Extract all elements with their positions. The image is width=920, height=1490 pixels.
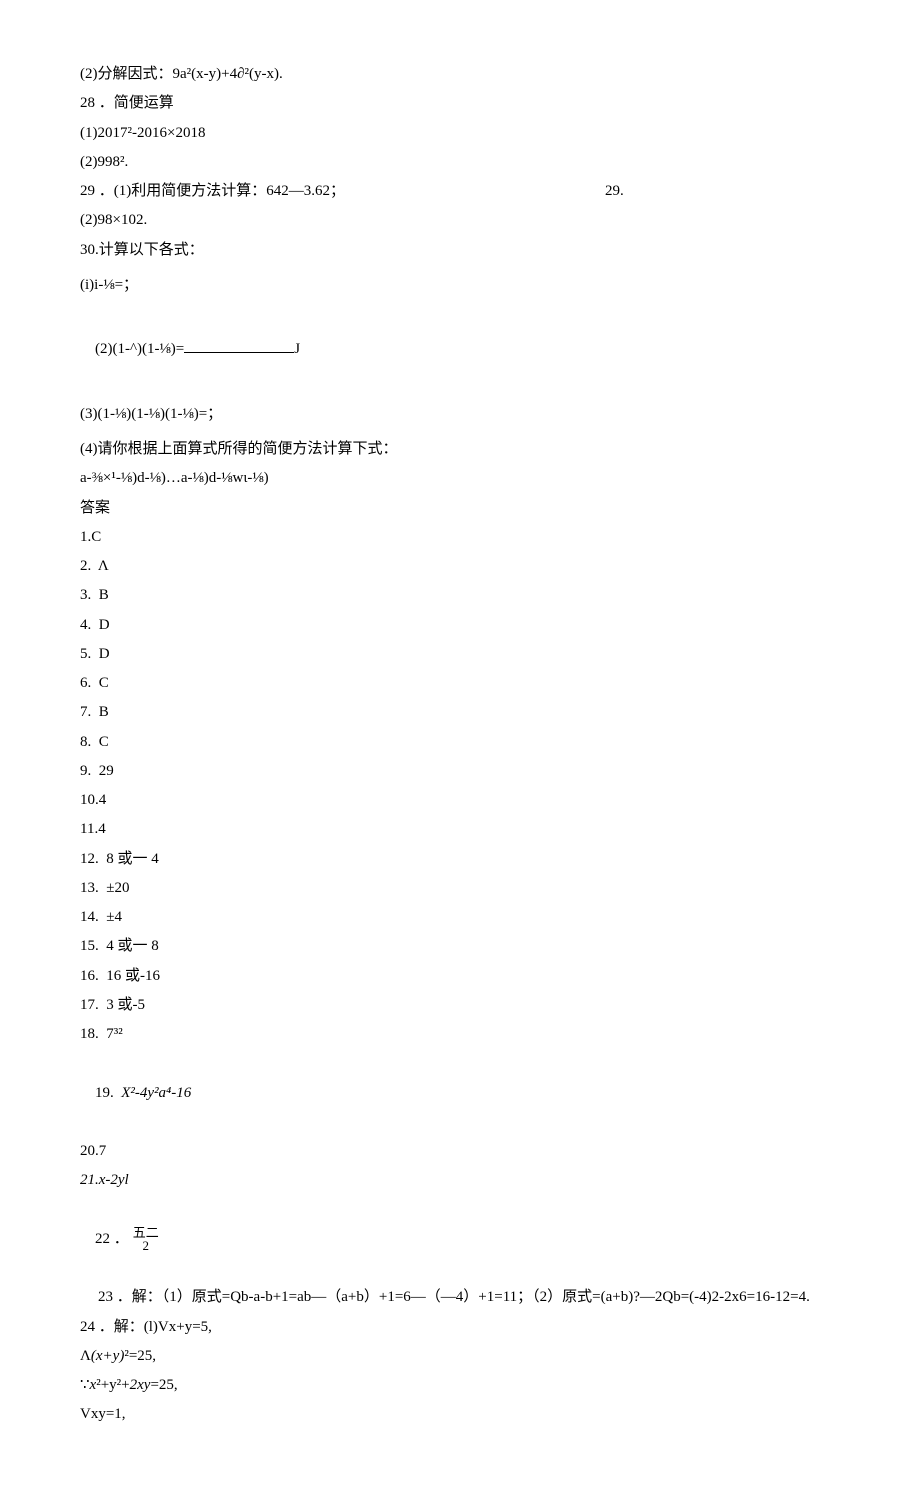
text-line: (4)请你根据上面算式所得的简便方法计算下式： [80,435,840,464]
text-segment: 19. [95,1085,121,1101]
text-line: (2)分解因式：9a²(x-y)+4∂²(y-x). [80,60,840,89]
text-italic: X²-4y²a⁴-16 [121,1085,191,1101]
text-line: (1)2017²-2016×2018 [80,119,840,148]
answer-item: 13. ±20 [80,874,840,903]
answer-item: 19. X²-4y²a⁴-16 [80,1049,840,1137]
answer-item: 17. 3 或-5 [80,991,840,1020]
answer-item: 12. 8 或一 4 [80,845,840,874]
answer-item: 15. 4 或一 8 [80,932,840,961]
text-italic: 2xy [130,1377,151,1393]
text-line-right: 29. [605,177,624,206]
answer-item: 11.4 [80,815,840,844]
text-row: 29 ．(1)利用简便方法计算：642—3.62； 29. [80,177,840,206]
answer-item: 23 ．解：（1）原式=Qb-a-b+1=ab—（a+b）+1=6—（—4）+1… [80,1283,840,1312]
text-italic: (x+y) [91,1348,124,1364]
text-line: 30.计算以下各式： [80,236,840,265]
text-line: (2)998². [80,148,840,177]
answer-item: 10.4 [80,786,840,815]
answer-item: 7. B [80,698,840,727]
answer-item: ∵x²+y²+2xy=25, [80,1371,840,1400]
document-page: (2)分解因式：9a²(x-y)+4∂²(y-x). 28 ．简便运算 (1)2… [0,0,920,1490]
answer-item: 18. 7³² [80,1020,840,1049]
answer-item: 4. D [80,611,840,640]
fraction-den: 2 [143,1237,150,1253]
answer-item: 9. 29 [80,757,840,786]
answer-item: Λ(x+y)²=25, [80,1342,840,1371]
answer-item: 14. ±4 [80,903,840,932]
answer-item: Vxy=1, [80,1400,840,1429]
answer-item: 20.7 [80,1137,840,1166]
text-segment: (2)(1-^)(1-⅛)= [95,341,184,357]
answer-item: 6. C [80,669,840,698]
answers-heading: 答案 [80,494,840,523]
answer-item: 22 ．五二2 [80,1196,840,1284]
text-line: (2)(1-^)(1-⅛)= J [80,306,840,394]
text-line: (i)i-⅛=； [80,271,840,300]
answer-item: 1.C [80,523,840,552]
answer-item: 8. C [80,728,840,757]
text-segment: 22 ． [95,1231,129,1247]
answer-item: 3. B [80,581,840,610]
text-line: 28 ．简便运算 [80,89,840,118]
text-italic: x [90,1377,97,1393]
answer-item: 24 ．解：(l)Vx+y=5, [80,1313,840,1342]
answer-item: 2. Λ [80,552,840,581]
fill-blank [184,337,294,353]
fraction: 五二2 [133,1226,159,1253]
text-line-left: 29 ．(1)利用简便方法计算：642—3.62； [80,177,345,206]
text-line: a-⅜×¹-⅛)d-⅛)…a-⅛)d-⅛wι-⅛) [80,464,840,493]
answer-item: 5. D [80,640,840,669]
text-segment: J [294,341,300,357]
answer-item: 16. 16 或-16 [80,962,840,991]
answer-item: 21.x-2yl [80,1166,840,1195]
text-line: (3)(1-⅛)(1-⅛)(1-⅛)=； [80,400,840,429]
text-line: (2)98×102. [80,206,840,235]
